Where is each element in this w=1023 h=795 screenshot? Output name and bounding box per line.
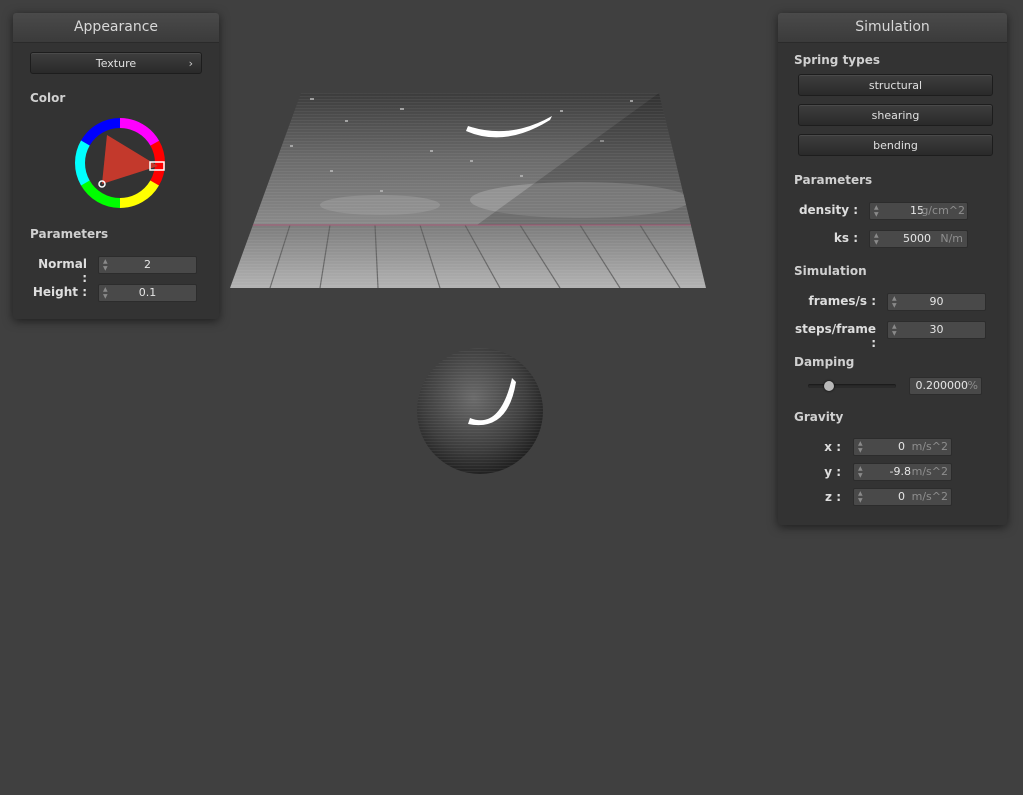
ks-input[interactable]: ▲ ▼ 5000 N/m (869, 230, 968, 248)
damping-slider-handle[interactable] (824, 381, 834, 391)
damping-section-title: Damping (794, 355, 855, 369)
gravity-z-value: 0 (898, 490, 905, 503)
ks-unit: N/m (940, 232, 963, 245)
gravity-y-unit: m/s^2 (911, 465, 948, 478)
simulation-panel-title[interactable]: Simulation (778, 13, 1007, 43)
spin-icon[interactable]: ▲ ▼ (858, 465, 864, 479)
damping-value: 0.200000 (915, 379, 969, 392)
spring-button-structural[interactable]: structural (798, 74, 993, 96)
appearance-panel: Appearance Texture › Color Parameters No… (13, 13, 219, 319)
ks-value: 5000 (903, 232, 931, 245)
gravity-y-input[interactable]: ▲ ▼ -9.8 m/s^2 (853, 463, 952, 481)
spin-icon[interactable]: ▲ ▼ (874, 232, 880, 246)
cloth-mesh (230, 93, 706, 288)
chevron-right-icon: › (188, 57, 193, 70)
frames-label: frames/s : (808, 294, 876, 308)
gravity-z-label: z : (825, 490, 841, 504)
spin-icon[interactable]: ▲ ▼ (858, 490, 864, 504)
height-input[interactable]: ▲ ▼ 0.1 (98, 284, 197, 302)
gravity-x-value: 0 (898, 440, 905, 453)
frames-value: 90 (929, 295, 944, 308)
damping-slider[interactable] (808, 381, 896, 391)
frames-input[interactable]: ▲ ▼ 90 (887, 293, 986, 311)
normal-label: Normal : (38, 257, 87, 285)
spring-button-bending[interactable]: bending (798, 134, 993, 156)
gravity-y-value: -9.8 (889, 465, 911, 478)
normal-input[interactable]: ▲ ▼ 2 (98, 256, 197, 274)
height-label: Height : (32, 285, 87, 299)
simulation-panel: Simulation Spring types structural shear… (778, 13, 1007, 525)
gravity-y-label: y : (824, 465, 841, 479)
gravity-z-unit: m/s^2 (911, 490, 948, 503)
gravity-section-title: Gravity (794, 410, 844, 424)
gravity-x-label: x : (824, 440, 841, 454)
color-section-title: Color (30, 91, 66, 105)
spin-icon[interactable]: ▲ ▼ (858, 440, 864, 454)
texture-button-label: Texture (95, 57, 137, 70)
simulation-section-title: Simulation (794, 264, 867, 278)
sphere (417, 348, 543, 474)
ks-label: ks : (833, 231, 858, 245)
steps-value: 30 (929, 323, 944, 336)
simulation-parameters-title: Parameters (794, 173, 873, 187)
density-label: density : (798, 203, 858, 217)
steps-label: steps/frame : (794, 322, 876, 350)
spin-icon[interactable]: ▲ ▼ (874, 204, 880, 218)
damping-unit: % (967, 379, 978, 392)
appearance-panel-title[interactable]: Appearance (13, 13, 219, 43)
normal-value: 2 (144, 258, 151, 271)
spring-button-shearing[interactable]: shearing (798, 104, 993, 126)
steps-input[interactable]: ▲ ▼ 30 (887, 321, 986, 339)
height-value: 0.1 (138, 286, 157, 299)
density-input[interactable]: ▲ ▼ 15 g/cm^2 (869, 202, 968, 220)
texture-button[interactable]: Texture › (30, 52, 202, 74)
appearance-parameters-title: Parameters (30, 227, 109, 241)
damping-input[interactable]: 0.200000 % (909, 377, 982, 395)
spring-types-title: Spring types (794, 53, 881, 67)
gravity-x-input[interactable]: ▲ ▼ 0 m/s^2 (853, 438, 952, 456)
damping-slider-track[interactable] (808, 384, 896, 388)
gravity-x-unit: m/s^2 (911, 440, 948, 453)
color-wheel[interactable] (72, 115, 168, 211)
density-unit: g/cm^2 (921, 204, 965, 217)
gravity-z-input[interactable]: ▲ ▼ 0 m/s^2 (853, 488, 952, 506)
